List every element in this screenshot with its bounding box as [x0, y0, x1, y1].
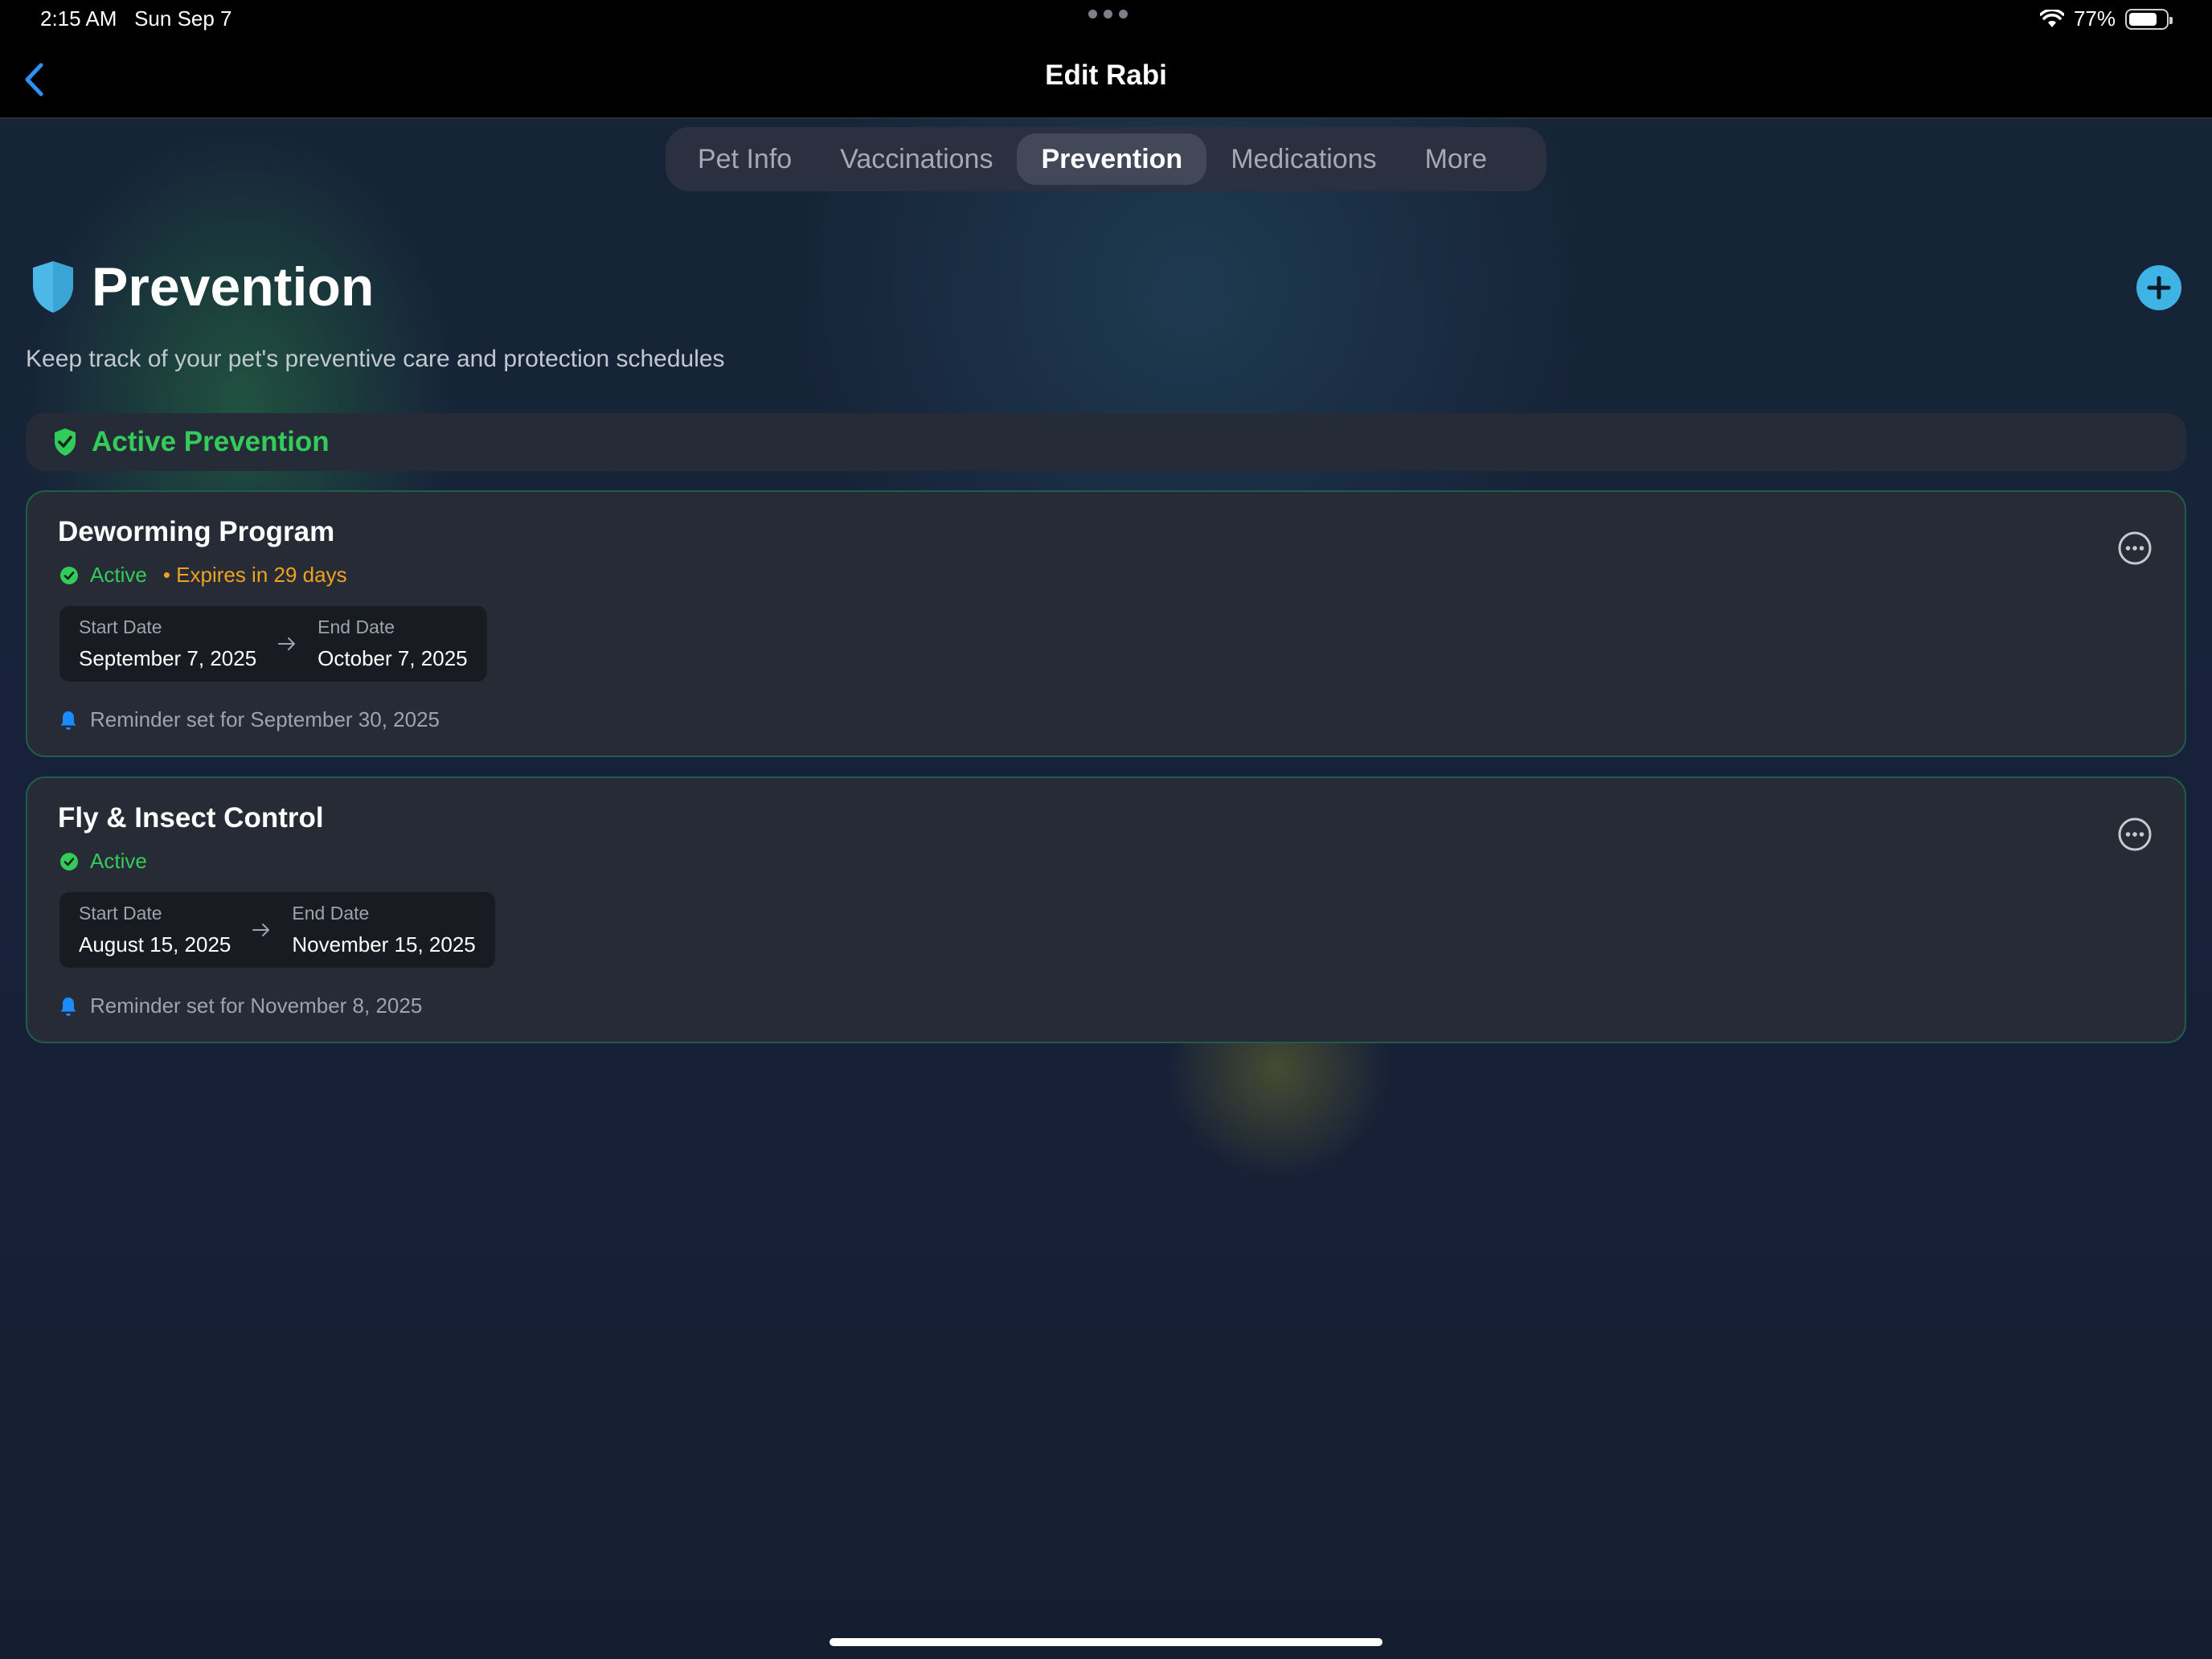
- multitask-dots-icon[interactable]: [1088, 10, 1128, 18]
- status-indicators: 77%: [2039, 6, 2173, 31]
- start-date-label: Start Date: [79, 616, 162, 637]
- start-date-label: Start Date: [79, 903, 162, 924]
- end-date: End Date October 7, 2025: [317, 616, 467, 671]
- prevention-card[interactable]: Deworming Program Active • Expires in 29…: [26, 490, 2186, 757]
- page-header: Prevention: [31, 256, 374, 318]
- tab-pet-info[interactable]: Pet Info: [674, 133, 816, 185]
- shield-icon: [33, 261, 73, 313]
- status-time: 2:15 AM Sun Sep 7: [40, 6, 232, 31]
- expires-label: • Expires in 29 days: [162, 563, 347, 587]
- shield-check-icon: [55, 428, 76, 456]
- reminder: Reminder set for September 30, 2025: [59, 707, 440, 732]
- tab-prevention[interactable]: Prevention: [1017, 133, 1207, 185]
- prevention-status: Active • Expires in 29 days: [59, 563, 347, 588]
- segmented-tabs: Pet Info Vaccinations Prevention Medicat…: [666, 127, 1546, 191]
- status-active-label: Active: [90, 563, 147, 587]
- check-circle-icon: [60, 852, 78, 870]
- date-range: Start Date August 15, 2025 End Date Nove…: [59, 892, 495, 968]
- section-label: Active Prevention: [92, 426, 330, 457]
- home-indicator[interactable]: [830, 1638, 1382, 1646]
- tab-more[interactable]: More: [1401, 133, 1511, 185]
- battery-icon: [2125, 8, 2173, 30]
- end-date-value: November 15, 2025: [292, 932, 476, 956]
- start-date: Start Date August 15, 2025: [79, 903, 231, 957]
- plus-icon: [2147, 276, 2171, 300]
- end-date-label: End Date: [292, 903, 370, 924]
- page-subtitle: Keep track of your pet's preventive care…: [26, 346, 725, 372]
- active-prevention-header: Active Prevention: [26, 413, 2186, 471]
- page-title: Prevention: [92, 256, 375, 317]
- wifi-icon: [2039, 9, 2064, 27]
- add-prevention-button[interactable]: [2136, 265, 2181, 310]
- arrow-right-icon: [252, 924, 270, 936]
- more-options-icon[interactable]: [2117, 530, 2153, 566]
- more-options-icon[interactable]: [2117, 817, 2153, 852]
- start-date-value: August 15, 2025: [79, 932, 231, 956]
- end-date: End Date November 15, 2025: [292, 903, 475, 957]
- prevention-status: Active: [59, 849, 147, 874]
- date-range: Start Date September 7, 2025 End Date Oc…: [59, 606, 487, 682]
- status-clock: 2:15 AM: [40, 6, 117, 31]
- nav-title: Edit Rabi: [1045, 59, 1167, 91]
- status-date: Sun Sep 7: [134, 6, 232, 31]
- status-active-label: Active: [90, 849, 147, 873]
- bell-icon: [60, 997, 76, 1016]
- prevention-title: Deworming Program: [58, 516, 335, 547]
- tab-vaccinations[interactable]: Vaccinations: [816, 133, 1017, 185]
- start-date: Start Date September 7, 2025: [79, 616, 256, 671]
- battery-percent: 77%: [2073, 6, 2116, 31]
- prevention-title: Fly & Insect Control: [58, 802, 324, 834]
- arrow-right-icon: [278, 637, 296, 650]
- end-date-value: October 7, 2025: [317, 646, 468, 670]
- prevention-card[interactable]: Fly & Insect Control Active Start Date A…: [26, 776, 2186, 1043]
- start-date-value: September 7, 2025: [79, 646, 257, 670]
- end-date-label: End Date: [317, 616, 395, 637]
- reminder: Reminder set for November 8, 2025: [59, 993, 422, 1018]
- top-bar: 2:15 AM Sun Sep 7 77% Edit Rabi: [0, 0, 2212, 119]
- bell-icon: [60, 711, 76, 730]
- reminder-text: Reminder set for November 8, 2025: [90, 993, 423, 1018]
- reminder-text: Reminder set for September 30, 2025: [90, 707, 440, 731]
- check-circle-icon: [60, 566, 78, 584]
- tab-medications[interactable]: Medications: [1206, 133, 1400, 185]
